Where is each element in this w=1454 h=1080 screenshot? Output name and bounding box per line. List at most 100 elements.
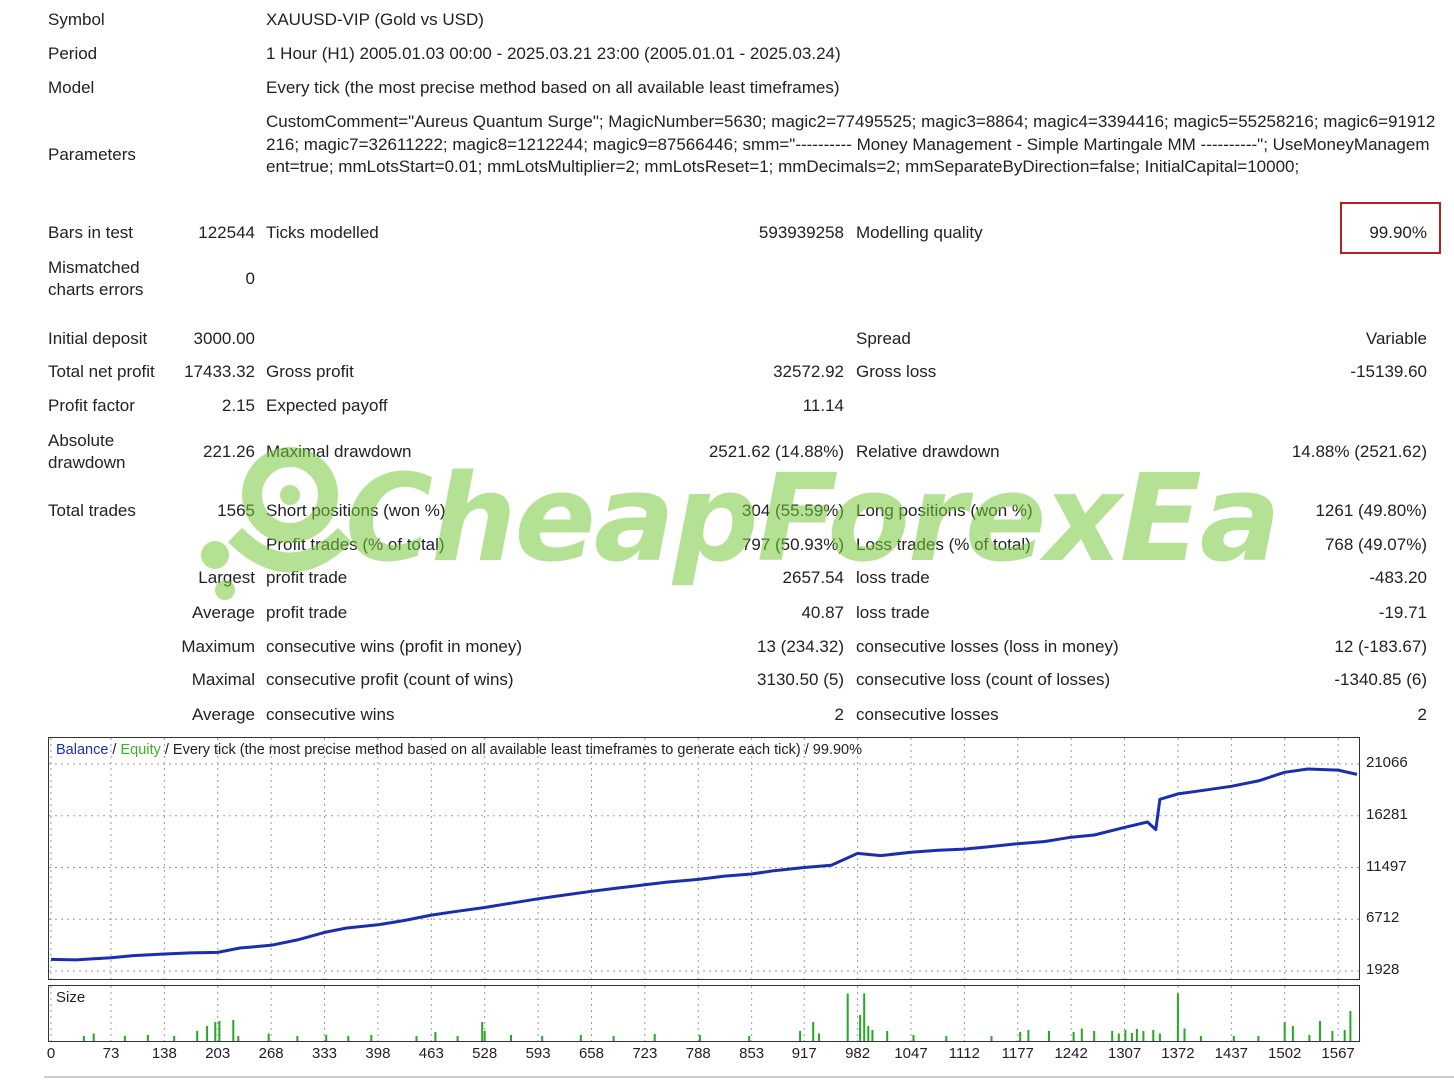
volume-bar bbox=[232, 1020, 235, 1041]
short-positions-value: 304 (55.59%) bbox=[741, 501, 844, 520]
volume-bar bbox=[1176, 993, 1179, 1041]
x-tick-label: 138 bbox=[151, 1045, 177, 1062]
max-cons-losses-label: consecutive losses (loss in money) bbox=[856, 637, 1119, 656]
y-tick-label: 21066 bbox=[1366, 754, 1408, 771]
volume-bar bbox=[1319, 1021, 1321, 1041]
max-drawdown-label: Maximal drawdown bbox=[266, 442, 412, 461]
average-profit-label: profit trade bbox=[266, 603, 348, 622]
volume-bar bbox=[434, 1032, 437, 1041]
volume-bar bbox=[456, 1036, 459, 1041]
x-tick-label: 917 bbox=[791, 1045, 817, 1062]
x-tick-label: 73 bbox=[102, 1045, 120, 1062]
volume-bar bbox=[1232, 1036, 1235, 1041]
gross-profit-value: 32572.92 bbox=[773, 362, 844, 381]
volume-bar bbox=[990, 1036, 993, 1041]
x-tick-label: 398 bbox=[365, 1045, 391, 1062]
average-loss-label: loss trade bbox=[856, 603, 930, 622]
balance-chart-svg bbox=[49, 738, 1359, 979]
quality-label: Modelling quality bbox=[856, 223, 983, 242]
y-tick-label: 1928 bbox=[1366, 961, 1400, 978]
x-tick-label: 982 bbox=[845, 1045, 871, 1062]
balance-series-line bbox=[50, 767, 1358, 962]
average-label: Average bbox=[191, 603, 255, 622]
symbol-value: XAUUSD-VIP (Gold vs USD) bbox=[266, 10, 484, 29]
volume-bar bbox=[1331, 1031, 1334, 1041]
total-trades-value: 1565 bbox=[217, 501, 255, 520]
volume-bar bbox=[267, 1033, 270, 1041]
volume-bar bbox=[481, 1022, 484, 1041]
volume-bar bbox=[370, 1035, 373, 1041]
quality-highlight-box bbox=[1340, 202, 1441, 254]
x-tick-label: 658 bbox=[578, 1045, 604, 1062]
abs-drawdown-label-line2: drawdown bbox=[48, 453, 126, 472]
expected-payoff-value: 11.14 bbox=[802, 396, 844, 415]
volume-bar bbox=[1343, 1030, 1346, 1041]
volume-bar bbox=[510, 1035, 512, 1041]
largest-loss-label: loss trade bbox=[856, 568, 930, 587]
x-tick-label: 1307 bbox=[1107, 1045, 1142, 1062]
x-tick-label: 1567 bbox=[1321, 1045, 1355, 1062]
volume-bar bbox=[296, 1036, 299, 1041]
x-tick-label: 593 bbox=[525, 1045, 551, 1062]
volume-bar bbox=[1283, 1022, 1286, 1041]
long-positions-label: Long positions (won %) bbox=[856, 501, 1033, 520]
parameters-label: Parameters bbox=[48, 145, 136, 164]
x-tick-label: 1242 bbox=[1054, 1045, 1088, 1062]
volume-bar bbox=[1124, 1030, 1127, 1041]
profit-factor-label: Profit factor bbox=[48, 396, 135, 415]
max-drawdown-value: 2521.62 (14.88%) bbox=[708, 442, 844, 461]
volume-bar bbox=[859, 1015, 862, 1041]
loss-trades-label: Loss trades (% of total) bbox=[856, 535, 1031, 554]
volume-bar bbox=[1135, 1029, 1138, 1041]
size-chart-svg bbox=[50, 986, 1352, 1041]
spread-label: Spread bbox=[856, 329, 911, 348]
expected-payoff-label: Expected payoff bbox=[266, 396, 388, 415]
volume-bar bbox=[912, 1035, 915, 1041]
rel-drawdown-label: Relative drawdown bbox=[856, 442, 1000, 461]
x-tick-label: 1372 bbox=[1161, 1045, 1195, 1062]
largest-label: Largest bbox=[198, 568, 255, 587]
ticks-value: 593939258 bbox=[758, 223, 844, 242]
initial-deposit-value: 3000.00 bbox=[193, 329, 255, 348]
volume-bar bbox=[871, 1030, 874, 1041]
legend-separator: / bbox=[108, 742, 121, 758]
net-profit-label: Total net profit bbox=[48, 362, 155, 381]
x-tick-label: 723 bbox=[632, 1045, 658, 1062]
profit-factor-value: 2.15 bbox=[221, 396, 255, 415]
volume-bar bbox=[886, 1031, 889, 1041]
parameters-value: CustomComment="Aureus Quantum Surge"; Ma… bbox=[266, 112, 1436, 176]
average2-label: Average bbox=[191, 705, 255, 724]
long-positions-value: 1261 (49.80%) bbox=[1315, 501, 1427, 520]
x-tick-label: 1177 bbox=[1001, 1045, 1034, 1062]
model-label: Model bbox=[48, 78, 95, 97]
legend-equity: Equity bbox=[120, 742, 161, 758]
volume-bar bbox=[483, 1031, 486, 1041]
volume-bar bbox=[1080, 1028, 1083, 1041]
volume-bar bbox=[206, 1026, 209, 1041]
x-tick-label: 333 bbox=[312, 1045, 338, 1062]
period-label: Period bbox=[48, 44, 98, 63]
volume-bar bbox=[1199, 1036, 1202, 1041]
initial-deposit-label: Initial deposit bbox=[48, 329, 148, 348]
abs-drawdown-label-line1: Absolute bbox=[48, 431, 115, 450]
volume-bar bbox=[347, 1036, 350, 1041]
profit-trades-label: Profit trades (% of total) bbox=[266, 535, 445, 554]
loss-trades-value: 768 (49.07%) bbox=[1324, 535, 1427, 554]
symbol-label: Symbol bbox=[48, 10, 105, 29]
volume-bar bbox=[579, 1035, 582, 1041]
x-tick-label: 203 bbox=[205, 1045, 231, 1062]
average-loss-value: -19.71 bbox=[1378, 603, 1427, 622]
volume-bar bbox=[1130, 1033, 1133, 1041]
volume-bar bbox=[698, 1035, 701, 1041]
volume-bar bbox=[123, 1036, 126, 1041]
abs-drawdown-value: 221.26 bbox=[203, 442, 255, 461]
short-positions-label: Short positions (won %) bbox=[266, 501, 446, 520]
volume-bar bbox=[415, 1036, 418, 1041]
volume-bar bbox=[1117, 1033, 1120, 1041]
ticks-label: Ticks modelled bbox=[266, 223, 379, 242]
gross-loss-value: -15139.60 bbox=[1350, 362, 1427, 381]
maximal-cons-profit-label: consecutive profit (count of wins) bbox=[266, 670, 514, 689]
volume-bar bbox=[1027, 1030, 1030, 1041]
volume-bar bbox=[863, 993, 866, 1041]
spread-value: Variable bbox=[1365, 329, 1427, 348]
